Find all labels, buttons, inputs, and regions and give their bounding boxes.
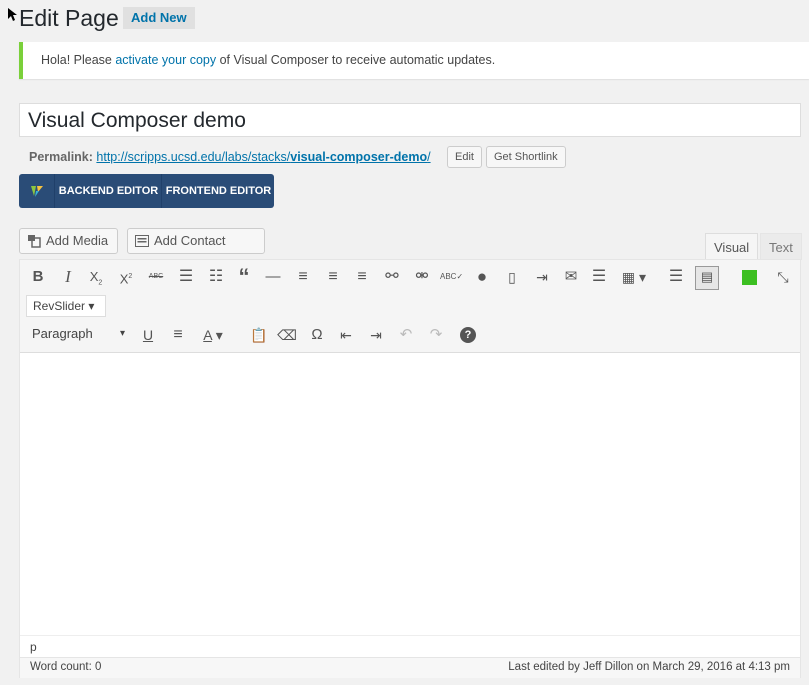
page-title: Edit Page [19, 5, 119, 31]
redo-icon[interactable]: ↷ [425, 324, 447, 346]
editor-toolbar: B I X2 X2 ABC ☰ ☷ “ — ≡ ≡ ≡ ⚯ ⚮ ABC✓ ● ▯… [20, 260, 800, 353]
insert-more-icon[interactable]: ⇥ [531, 266, 553, 288]
format-select[interactable]: Paragraph ▾ [26, 323, 129, 347]
fullscreen-icon[interactable]: ⤡ [772, 266, 794, 288]
globe-icon[interactable]: ● [471, 266, 493, 288]
revslider-dropdown[interactable]: RevSlider ▾ [26, 295, 106, 317]
bullet-list-icon[interactable]: ☰ [175, 266, 197, 288]
visual-composer-bar: BACKEND EDITOR FRONTEND EDITOR [19, 174, 274, 208]
tab-visual[interactable]: Visual [705, 233, 758, 260]
notice-text-after: of Visual Composer to receive automatic … [216, 53, 496, 67]
spellcheck-icon[interactable]: ABC✓ [440, 266, 463, 288]
help-icon[interactable]: ? [460, 327, 476, 343]
post-title-input[interactable]: Visual Composer demo [19, 103, 801, 137]
element-path[interactable]: p [30, 640, 37, 654]
content-editor: B I X2 X2 ABC ☰ ☷ “ — ≡ ≡ ≡ ⚯ ⚮ ABC✓ ● ▯… [19, 259, 801, 678]
add-new-button[interactable]: Add New [123, 7, 195, 29]
align-center-icon[interactable]: ≡ [322, 266, 344, 288]
numbered-list-icon[interactable]: ☷ [205, 266, 227, 288]
permalink-row: Permalink: http://scripps.ucsd.edu/labs/… [29, 150, 431, 164]
permalink-url-base: http://scripps.ucsd.edu/labs/stacks/ [96, 150, 291, 164]
chevron-down-icon: ▾ [119, 328, 125, 339]
revslider-label: RevSlider [33, 299, 86, 313]
justify-icon[interactable]: ☰ [588, 266, 610, 288]
update-notice: Hola! Please activate your copy of Visua… [19, 42, 809, 79]
mouse-cursor-icon [8, 8, 17, 21]
superscript-icon[interactable]: X2 [115, 266, 137, 288]
align-left-icon[interactable]: ≡ [292, 266, 314, 288]
permalink-url-end: / [427, 150, 431, 164]
last-edited-info: Last edited by Jeff Dillon on March 29, … [508, 661, 790, 673]
green-box-icon[interactable] [742, 270, 757, 285]
align-right-icon[interactable]: ≡ [351, 266, 373, 288]
toolbar-toggle-icon[interactable]: ☰ [665, 266, 687, 288]
permalink-url[interactable]: http://scripps.ucsd.edu/labs/stacks/visu… [96, 150, 430, 164]
indent-icon[interactable]: ⇥ [365, 324, 387, 346]
italic-icon[interactable]: I [57, 266, 79, 288]
special-char-icon[interactable]: Ω [306, 324, 328, 346]
paste-text-icon[interactable]: 📋 [248, 324, 270, 346]
visual-composer-logo-icon [31, 186, 43, 197]
backend-editor-button[interactable]: BACKEND EDITOR [54, 174, 162, 208]
get-shortlink-button[interactable]: Get Shortlink [486, 146, 566, 168]
horizontal-rule-icon[interactable]: — [262, 266, 284, 288]
editor-status-bar: Word count: 0 Last edited by Jeff Dillon… [20, 657, 800, 678]
link-icon[interactable]: ⚯ [381, 266, 403, 288]
add-media-label: Add Media [46, 233, 109, 248]
media-icon [28, 235, 41, 248]
subscript-icon[interactable]: X2 [85, 266, 107, 288]
outdent-icon[interactable]: ⇤ [335, 324, 357, 346]
element-path-bar: p [20, 635, 800, 658]
add-media-button[interactable]: Add Media [19, 228, 118, 254]
underline-icon[interactable]: U [137, 324, 159, 346]
email-icon[interactable]: ✉ [560, 266, 582, 288]
activate-copy-link[interactable]: activate your copy [115, 53, 216, 67]
undo-icon[interactable]: ↶ [395, 324, 417, 346]
word-count: Word count: 0 [30, 661, 102, 673]
post-title-value: Visual Composer demo [28, 109, 246, 132]
editor-content-area[interactable] [20, 353, 800, 635]
table-icon[interactable]: ▦ ▾ [618, 266, 650, 288]
unlink-icon[interactable]: ⚮ [411, 266, 433, 288]
align-justify-icon[interactable]: ≡ [167, 324, 189, 346]
permalink-slug: visual-composer-demo [290, 150, 428, 164]
text-color-icon[interactable]: A ▾ [196, 324, 230, 346]
strikethrough-icon[interactable]: ABC [145, 266, 167, 288]
format-select-value: Paragraph [32, 326, 93, 341]
tab-text[interactable]: Text [760, 233, 802, 260]
notice-text-before: Hola! Please [41, 53, 116, 67]
frontend-editor-button[interactable]: FRONTEND EDITOR [161, 174, 275, 208]
keyboard-icon[interactable]: ▤ [695, 266, 719, 290]
clear-format-icon[interactable]: ⌫ [276, 324, 298, 346]
form-icon [135, 235, 149, 247]
bookmark-icon[interactable]: ▯ [501, 266, 523, 288]
edit-permalink-button[interactable]: Edit [447, 146, 482, 168]
permalink-label: Permalink: [29, 150, 93, 164]
bold-icon[interactable]: B [27, 266, 49, 288]
add-contact-form-button[interactable]: Add Contact Form [127, 228, 265, 272]
blockquote-icon[interactable]: “ [233, 266, 255, 288]
notice-text: Hola! Please activate your copy of Visua… [41, 53, 495, 67]
